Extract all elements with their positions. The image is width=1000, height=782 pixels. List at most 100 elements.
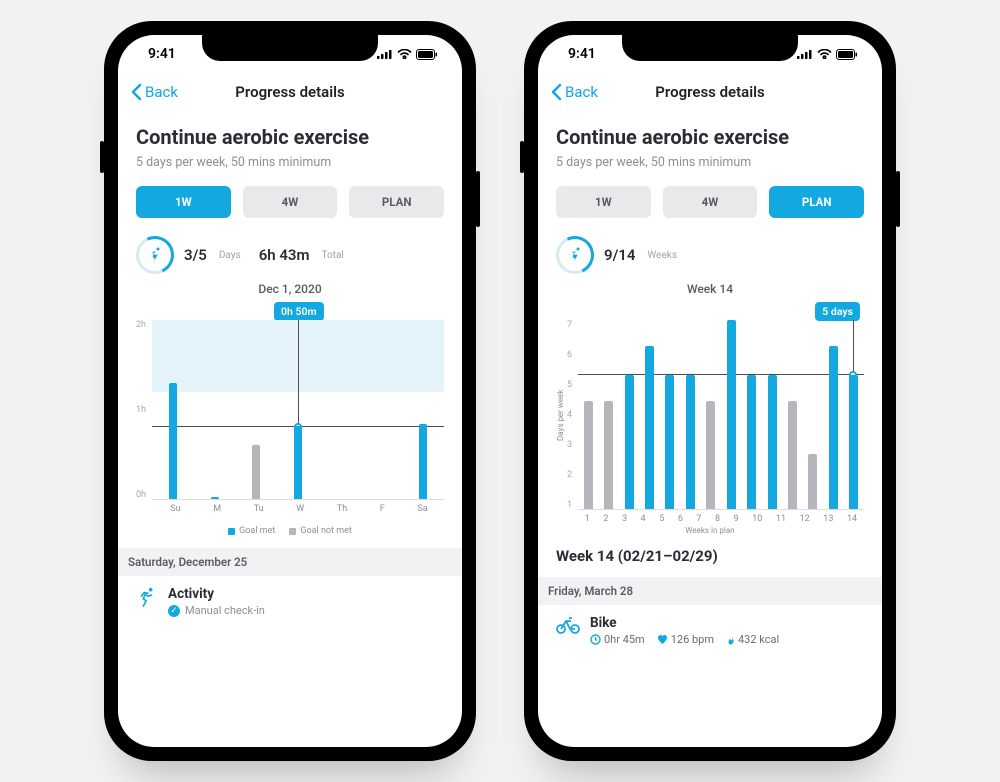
legend-met: Goal met: [228, 526, 275, 536]
tab-1w[interactable]: 1W: [136, 186, 231, 218]
screen: 9:41 Back Progress details Continue aero…: [538, 35, 882, 747]
x-axis: 1 2 3 4 5 6 7 8 9 10 11 12 13 14: [578, 514, 864, 524]
stats-row: 3/5 Days 6h 43m Total: [136, 236, 444, 274]
runner-icon: [146, 246, 164, 264]
chart-caption: Dec 1, 2020: [136, 282, 444, 296]
bar-wk3[interactable]: [625, 375, 634, 509]
back-button[interactable]: Back: [130, 83, 178, 101]
x-axis-label: Weeks in plan: [556, 526, 864, 535]
bike-icon: [556, 615, 580, 635]
bar-w[interactable]: [294, 426, 302, 499]
tab-plan[interactable]: PLAN: [769, 186, 864, 218]
progress-ring: [136, 236, 174, 274]
bar-wk1[interactable]: [584, 401, 593, 509]
status-indicators: [377, 49, 438, 60]
chart-caption: Week 14: [556, 282, 864, 296]
goal-title: Continue aerobic exercise: [556, 125, 864, 149]
status-time: 9:41: [568, 46, 596, 62]
runner-icon: [136, 586, 158, 608]
y-axis-label: Days per week: [556, 320, 565, 510]
segment-control: 1W 4W PLAN: [136, 186, 444, 218]
content: Continue aerobic exercise 5 days per wee…: [118, 111, 462, 747]
flame-icon: [726, 634, 735, 645]
phone-mockup-right: 9:41 Back Progress details Continue aero…: [524, 21, 896, 761]
stat-weeks-label: Weeks: [647, 250, 677, 261]
bar-wk14[interactable]: [849, 375, 858, 509]
activity-sub: ✓ Manual check-in: [168, 604, 265, 617]
bar-wk8[interactable]: [727, 320, 736, 509]
segment-control: 1W 4W PLAN: [556, 186, 864, 218]
activity-row[interactable]: Activity ✓ Manual check-in: [136, 576, 444, 617]
metric-bpm: 126 bpm: [657, 633, 714, 646]
stats-row: 9/14 Weeks: [556, 236, 864, 274]
notch: [202, 35, 378, 61]
bar-wk6[interactable]: [686, 375, 695, 509]
chart-1w: Dec 1, 2020 0h 50m 2h 1h 0h: [136, 282, 444, 536]
runner-icon: [566, 246, 584, 264]
chart-plan: Week 14 5 days Days per week 7 6 5 4 3 2…: [556, 282, 864, 535]
goal-subtitle: 5 days per week, 50 mins minimum: [556, 155, 864, 170]
back-label: Back: [145, 83, 178, 101]
legend-notmet: Goal not met: [289, 526, 351, 536]
y-axis: 7 6 5 4 3 2 1: [567, 320, 578, 510]
wifi-icon: [817, 49, 832, 59]
stat-total-label: Total: [322, 250, 344, 261]
clock-icon: [590, 634, 601, 645]
bar-m[interactable]: [211, 497, 219, 499]
tab-4w[interactable]: 4W: [243, 186, 338, 218]
activity-row[interactable]: Bike 0hr 45m 126 bpm 432 kcal: [556, 605, 864, 646]
bar-wk5[interactable]: [665, 375, 674, 509]
section-header: Friday, March 28: [538, 577, 882, 605]
stat-days: 3/5: [184, 246, 207, 264]
activity-metrics: 0hr 45m 126 bpm 432 kcal: [590, 633, 779, 646]
x-axis: Su M Tu W Th F Sa: [154, 504, 444, 514]
battery-icon: [416, 49, 438, 60]
bar-wk13[interactable]: [829, 346, 838, 509]
bars: [578, 320, 864, 509]
bar-wk7[interactable]: [706, 401, 715, 509]
back-button[interactable]: Back: [550, 83, 598, 101]
week-title: Week 14 (02/21–02/29): [556, 547, 864, 565]
activity-title: Activity: [168, 586, 265, 602]
stat-total: 6h 43m: [259, 246, 310, 264]
bar-wk12[interactable]: [808, 454, 817, 509]
status-indicators: [797, 49, 858, 60]
chevron-left-icon: [130, 83, 143, 101]
signal-icon: [797, 49, 813, 59]
battery-icon: [836, 49, 858, 60]
bar-wk4[interactable]: [645, 346, 654, 509]
nav-bar: Back Progress details: [538, 73, 882, 111]
bar-wk9[interactable]: [747, 375, 756, 509]
goal-subtitle: 5 days per week, 50 mins minimum: [136, 155, 444, 170]
plot-area[interactable]: [152, 320, 444, 500]
notch: [622, 35, 798, 61]
tab-4w[interactable]: 4W: [663, 186, 758, 218]
wifi-icon: [397, 49, 412, 59]
bar-su[interactable]: [169, 383, 177, 499]
y-axis: 2h 1h 0h: [136, 320, 152, 500]
chart-tooltip: 5 days: [815, 302, 860, 321]
heart-icon: [657, 634, 668, 645]
screen: 9:41 Back Progress details Continue aero…: [118, 35, 462, 747]
progress-ring: [556, 236, 594, 274]
bar-wk10[interactable]: [768, 375, 777, 509]
chevron-left-icon: [550, 83, 563, 101]
bar-wk11[interactable]: [788, 401, 797, 509]
stat-days-label: Days: [219, 250, 241, 261]
tab-1w[interactable]: 1W: [556, 186, 651, 218]
nav-bar: Back Progress details: [118, 73, 462, 111]
plot-area[interactable]: [578, 320, 864, 510]
status-time: 9:41: [148, 46, 176, 62]
phone-mockup-left: 9:41 Back Progress details Continue aero…: [104, 21, 476, 761]
check-icon: ✓: [168, 605, 180, 617]
tab-plan[interactable]: PLAN: [349, 186, 444, 218]
bars: [152, 320, 444, 499]
section-header: Saturday, December 25: [118, 548, 462, 576]
activity-title: Bike: [590, 615, 779, 631]
back-label: Back: [565, 83, 598, 101]
bar-wk2[interactable]: [604, 401, 613, 509]
signal-icon: [377, 49, 393, 59]
metric-time: 0hr 45m: [590, 633, 645, 646]
bar-tu[interactable]: [252, 445, 260, 499]
bar-sa[interactable]: [419, 424, 427, 499]
